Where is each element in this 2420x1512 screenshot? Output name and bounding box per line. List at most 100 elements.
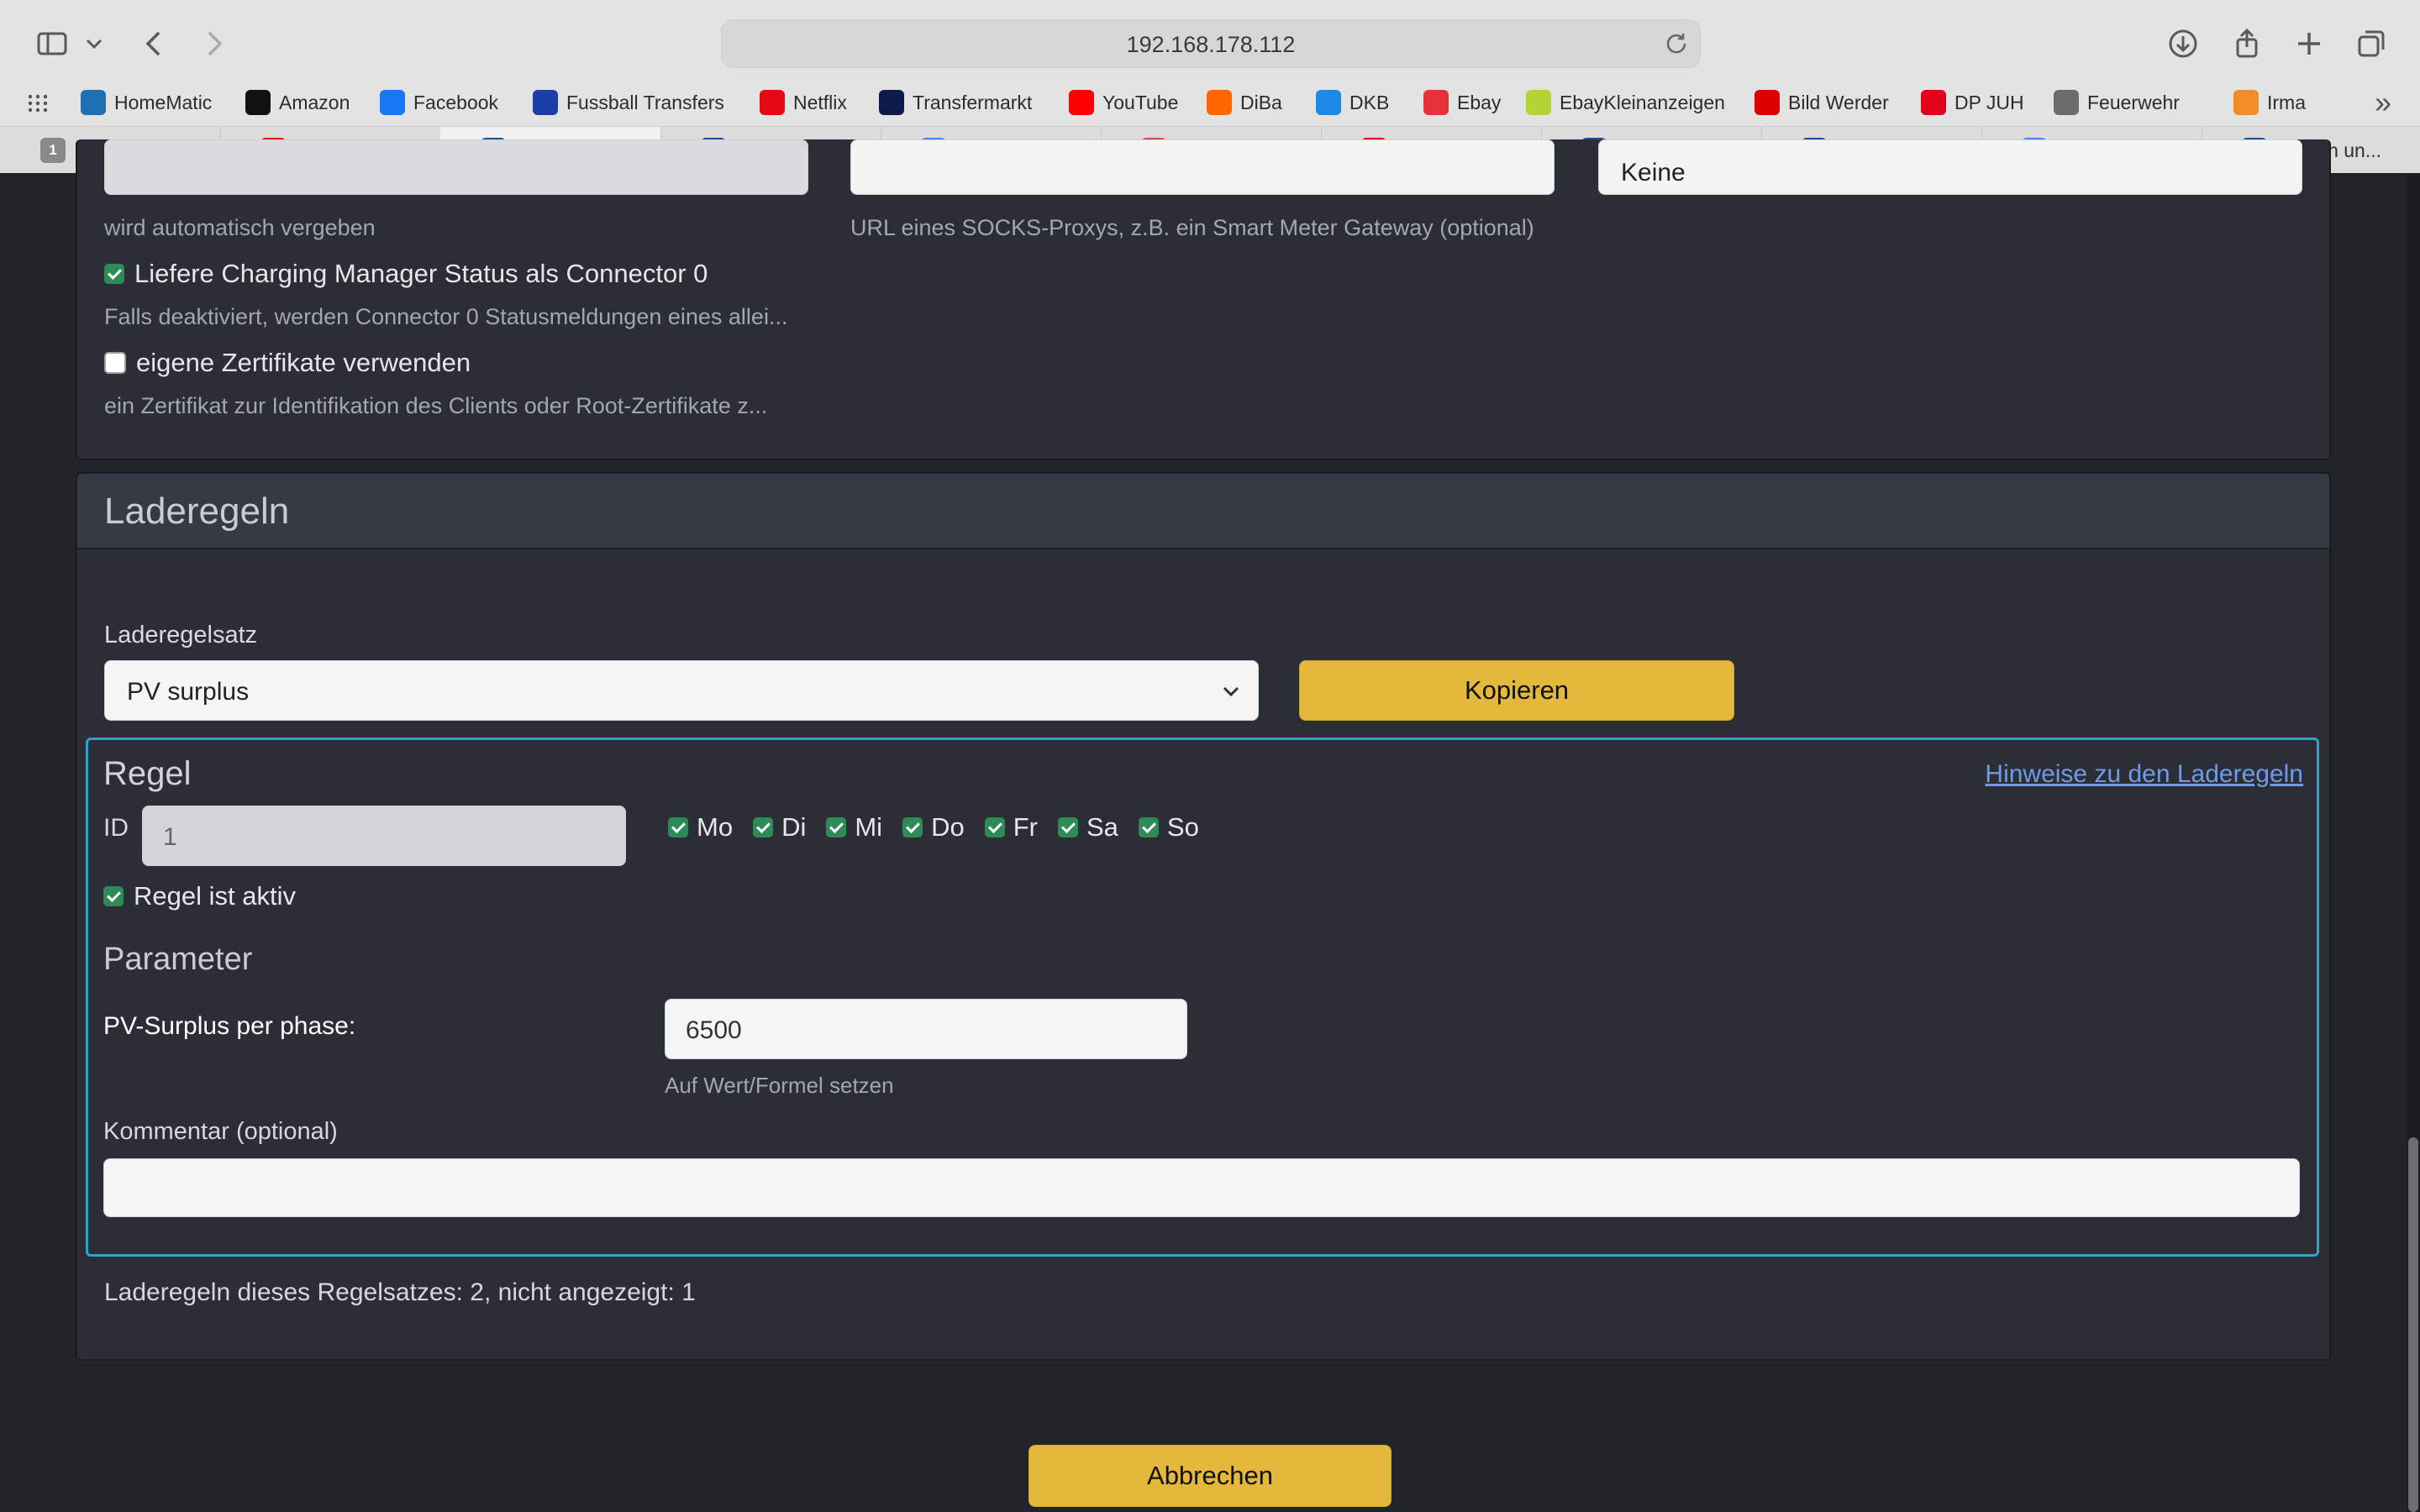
bookmark-ebaykleinanzeigen[interactable]: EbayKleinanzeigen	[1526, 86, 1725, 119]
bookmark-feuerwehr[interactable]: Feuerwehr	[2054, 86, 2180, 119]
chevron-down-icon[interactable]	[77, 20, 111, 67]
youtube-icon	[1069, 90, 1094, 115]
proxy-hint: URL eines SOCKS-Proxys, z.B. ein Smart M…	[850, 215, 1534, 240]
bookmark-label: DKB	[1349, 91, 1390, 113]
weekday-so[interactable]: So	[1138, 812, 1199, 843]
weekday-checkbox[interactable]	[753, 817, 774, 837]
weekday-label: Di	[781, 812, 807, 842]
connection-settings-card: Keine wird automatisch vergeben URL eine…	[76, 139, 2331, 460]
ebay-icon	[1423, 90, 1449, 115]
bookmark-irma[interactable]: Irma	[2233, 86, 2306, 119]
bookmark-label: EbayKleinanzeigen	[1560, 91, 1725, 113]
bookmark-label: Bild Werder	[1788, 91, 1889, 113]
scrollbar-thumb[interactable]	[2408, 1137, 2418, 1512]
weekday-mo[interactable]: Mo	[668, 812, 733, 843]
rule-active-checkbox[interactable]	[103, 886, 124, 906]
fussball-transfers-icon	[533, 90, 558, 115]
select-field[interactable]: Keine	[1598, 139, 2302, 195]
rule-title: Regel	[103, 755, 192, 792]
reload-icon[interactable]	[1661, 29, 1691, 59]
new-tab-icon[interactable]	[2286, 20, 2333, 67]
weekday-fr[interactable]: Fr	[984, 812, 1038, 843]
weekday-mi[interactable]: Mi	[826, 812, 882, 843]
connector0-checkbox-row[interactable]: Liefere Charging Manager Status als Conn…	[104, 259, 708, 289]
connector0-label: Liefere Charging Manager Status als Conn…	[134, 259, 708, 288]
bookmark-youtube[interactable]: YouTube	[1069, 86, 1178, 119]
weekday-label: Mo	[697, 812, 734, 842]
bookmark-label: Transfermarkt	[913, 91, 1033, 113]
id-field-disabled	[104, 139, 808, 195]
bookmark-diba[interactable]: DiBa	[1207, 86, 1282, 119]
copy-button[interactable]: Kopieren	[1299, 660, 1734, 721]
weekday-do[interactable]: Do	[902, 812, 965, 843]
download-icon[interactable]	[2160, 20, 2207, 67]
certs-checkbox[interactable]	[104, 352, 126, 374]
url-text: 192.168.178.112	[1126, 32, 1296, 57]
bookmark-label: Netflix	[793, 91, 847, 113]
laderegeln-title: Laderegeln	[104, 491, 290, 532]
bookmark-label: Amazon	[279, 91, 350, 113]
pv-surplus-input[interactable]: 6500	[665, 999, 1187, 1059]
bookmark-dp-juh[interactable]: DP JUH	[1921, 86, 2024, 119]
select-value: Keine	[1621, 159, 1686, 186]
weekday-checkbox[interactable]	[984, 817, 1005, 837]
weekday-sa[interactable]: Sa	[1057, 812, 1118, 843]
cancel-button[interactable]: Abbrechen	[1028, 1445, 1392, 1507]
dkb-icon	[1316, 90, 1341, 115]
pv-surplus-label: PV-Surplus per phase:	[103, 1012, 356, 1040]
bookmark-netflix[interactable]: Netflix	[760, 86, 847, 119]
weekday-checkbox[interactable]	[902, 817, 923, 837]
weekday-di[interactable]: Di	[753, 812, 806, 843]
facebook-icon	[380, 90, 405, 115]
bookmark-label: YouTube	[1102, 91, 1179, 113]
weekday-label: Do	[931, 812, 965, 842]
bookmark-ebay[interactable]: Ebay	[1423, 86, 1501, 119]
bookmark-facebook[interactable]: Facebook	[380, 86, 498, 119]
certs-label: eigene Zertifikate verwenden	[136, 348, 471, 377]
apps-grid-icon[interactable]	[25, 86, 50, 119]
bookmark-amazon[interactable]: Amazon	[245, 86, 350, 119]
chevron-down-icon	[1223, 686, 1239, 697]
browser-toolbar: 192.168.178.112	[0, 0, 2420, 79]
weekday-checkbox[interactable]	[1057, 817, 1078, 837]
bild-icon	[1754, 90, 1780, 115]
bookmarks-overflow-icon[interactable]: »	[2375, 85, 2391, 119]
weekday-checkbox[interactable]	[826, 817, 847, 837]
ruleset-select-value: PV surplus	[127, 678, 250, 706]
rule-id-input: 1	[142, 806, 626, 866]
ruleset-label: Laderegelsatz	[104, 622, 258, 648]
comment-label: Kommentar (optional)	[103, 1118, 338, 1145]
amazon-icon	[245, 90, 271, 115]
transfermarkt-icon	[879, 90, 904, 115]
address-bar[interactable]: 192.168.178.112	[721, 19, 1701, 68]
tab-overview-icon[interactable]	[2348, 20, 2395, 67]
connector0-hint: Falls deaktiviert, werden Connector 0 St…	[104, 304, 788, 329]
homematic-icon	[81, 90, 106, 115]
bookmark-transfermarkt[interactable]: Transfermarkt	[879, 86, 1032, 119]
parameter-title: Parameter	[103, 942, 253, 977]
back-arrow-icon[interactable]	[131, 20, 178, 67]
bookmark-fussball-transfers[interactable]: Fussball Transfers	[533, 86, 724, 119]
bookmark-dkb[interactable]: DKB	[1316, 86, 1389, 119]
share-icon[interactable]	[2223, 20, 2270, 67]
rule-id-label: ID	[103, 814, 129, 842]
scrollbar-track[interactable]	[2407, 173, 2420, 1512]
rule-id-value: 1	[163, 823, 177, 851]
certs-checkbox-row[interactable]: eigene Zertifikate verwenden	[104, 348, 471, 378]
bookmark-bild-werder[interactable]: Bild Werder	[1754, 86, 1889, 119]
comment-input[interactable]	[103, 1158, 2300, 1217]
bookmark-label: HomeMatic	[114, 91, 213, 113]
sidebar-toggle-icon[interactable]	[29, 20, 76, 67]
weekday-label: Mi	[855, 812, 883, 842]
connector0-checkbox[interactable]	[104, 264, 124, 284]
proxy-url-input[interactable]	[850, 139, 1555, 195]
ruleset-select[interactable]: PV surplus	[104, 660, 1259, 721]
bookmark-homematic[interactable]: HomeMatic	[81, 86, 212, 119]
id-hint: wird automatisch vergeben	[104, 215, 376, 240]
weekday-checkbox[interactable]	[668, 817, 688, 837]
rule-help-link[interactable]: Hinweise zu den Laderegeln	[1985, 760, 2303, 789]
weekday-checkbox[interactable]	[1138, 817, 1159, 837]
weekday-label: So	[1166, 812, 1199, 842]
forward-arrow-icon[interactable]	[190, 20, 237, 67]
rule-active-row[interactable]: Regel ist aktiv	[103, 881, 296, 911]
